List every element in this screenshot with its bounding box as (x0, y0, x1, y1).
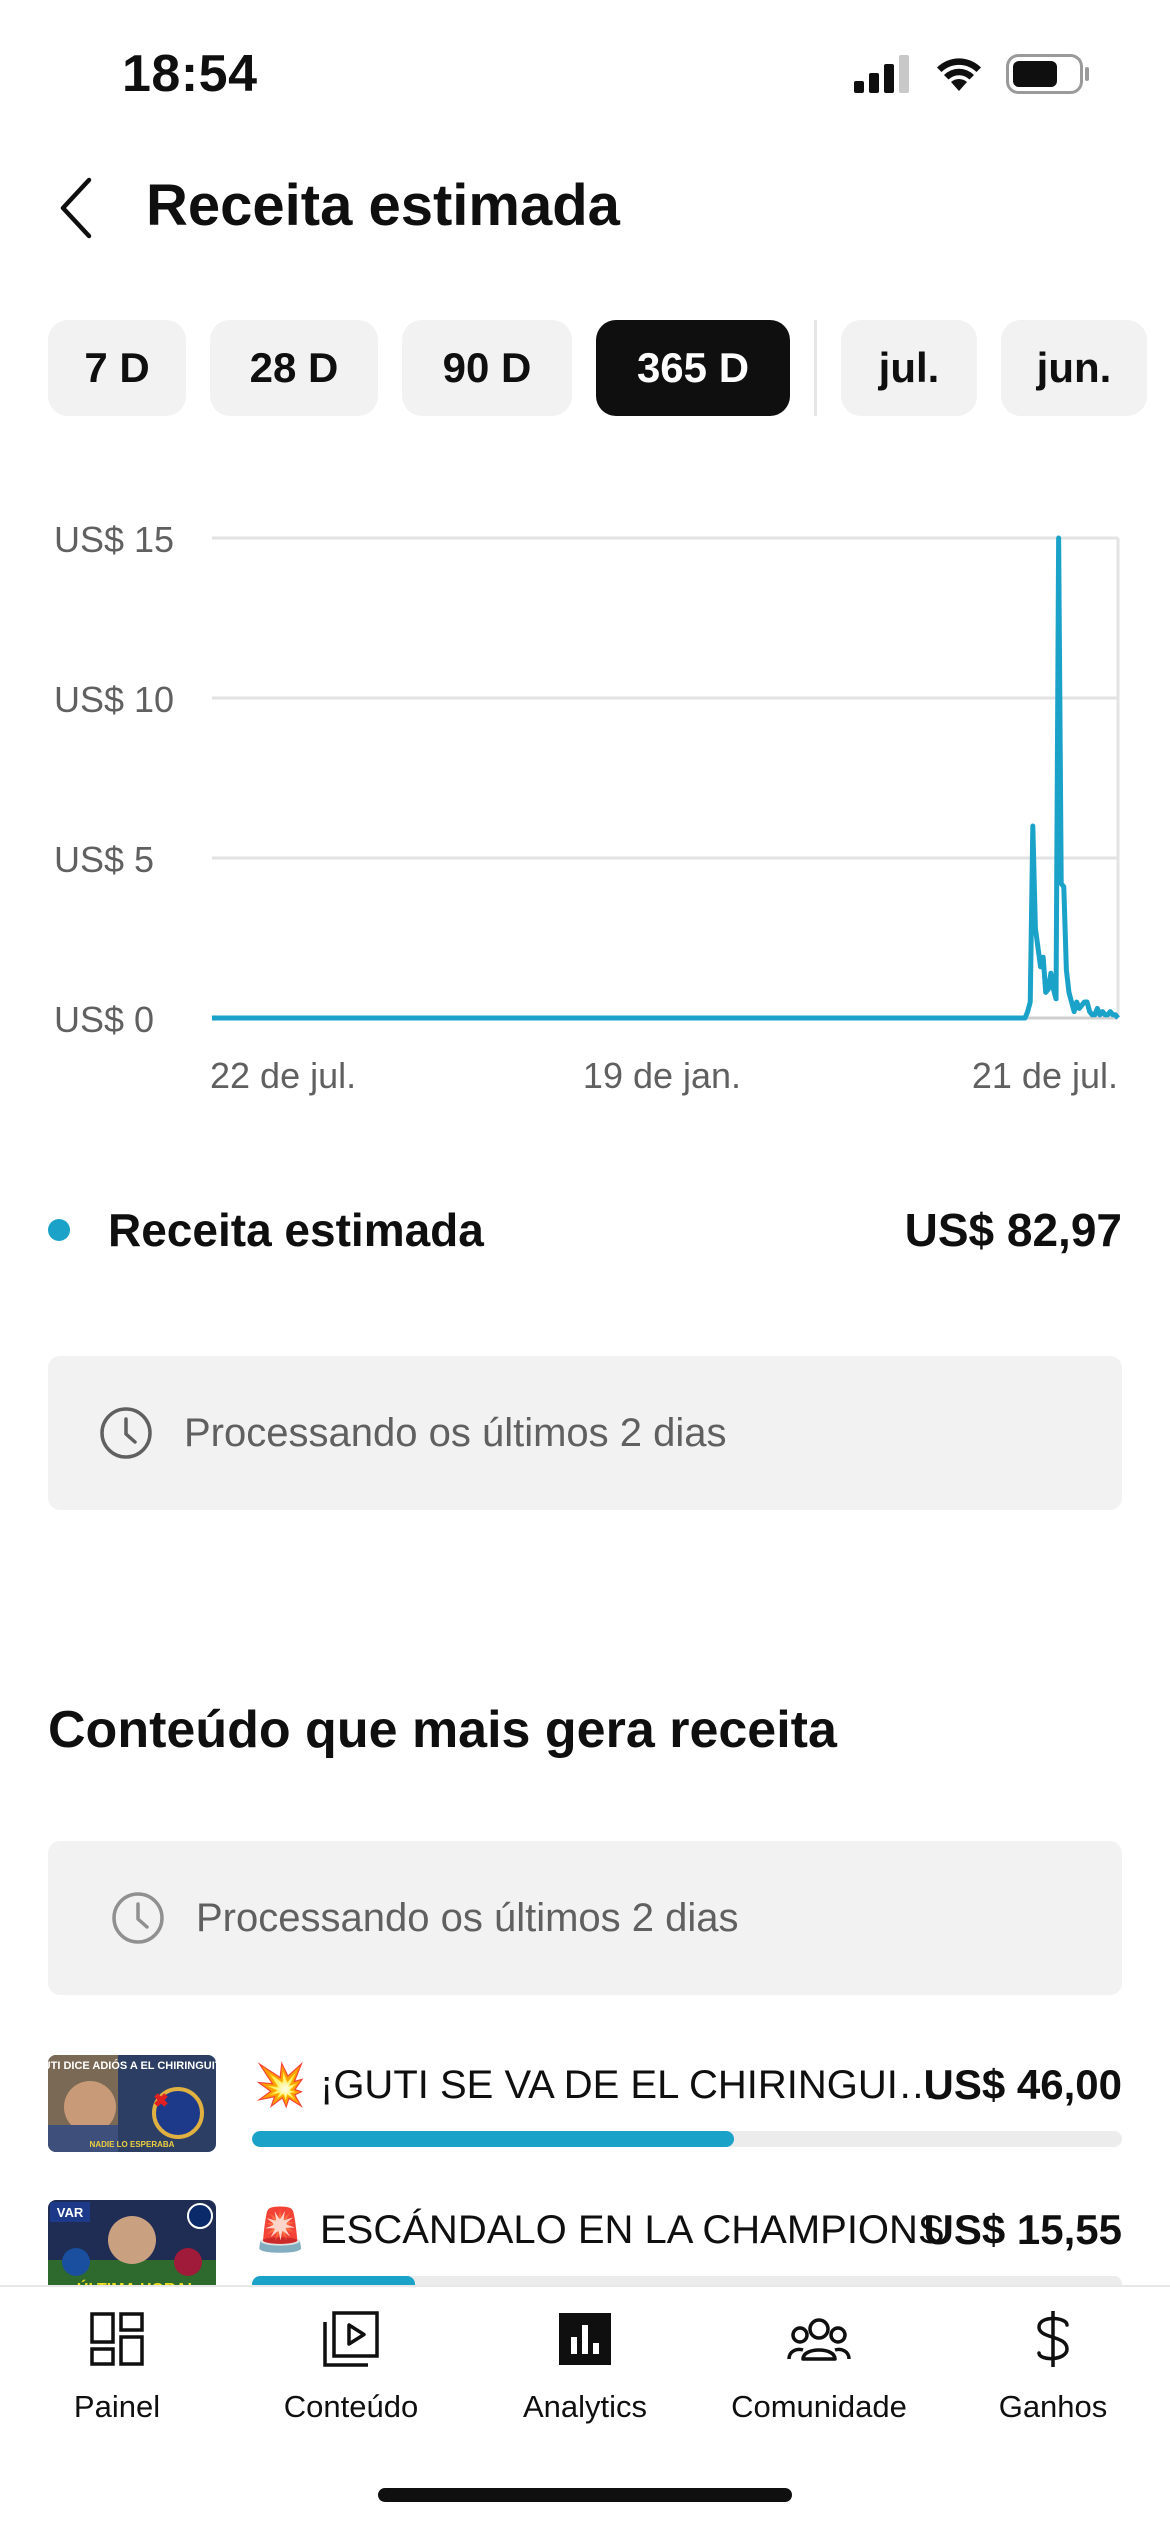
nav-analytics[interactable]: Analytics (468, 2307, 702, 2447)
content-title: ESCÁNDALO EN LA CHAMPIONS (320, 2208, 945, 2252)
nav-label: Conteúdo (283, 2389, 419, 2424)
chip-divider (814, 320, 817, 416)
back-button[interactable] (40, 168, 112, 248)
summary-label: Receita estimada (108, 1204, 484, 1256)
chip-jul[interactable]: jul. (841, 320, 977, 416)
revenue-series-line (212, 535, 1120, 1021)
content-icon (319, 2307, 383, 2371)
dollar-icon (1021, 2307, 1085, 2371)
chip-7d[interactable]: 7 D (48, 320, 186, 416)
status-icons (854, 54, 1090, 94)
y-tick-label: US$ 10 (54, 679, 174, 720)
y-tick-label: US$ 0 (54, 999, 154, 1040)
nav-ganhos[interactable]: Ganhos (936, 2307, 1170, 2447)
nav-label: Painel (73, 2389, 161, 2424)
row-emoji: 💥 (254, 2061, 307, 2108)
x-tick-label: 21 de jul. (972, 1055, 1118, 1096)
chip-90d[interactable]: 90 D (402, 320, 572, 416)
nav-comunidade[interactable]: Comunidade (702, 2307, 936, 2447)
header: Receita estimada (0, 160, 1170, 252)
top-content-processing-notice: Processando os últimos 2 dias (48, 1841, 1122, 1995)
top-content-notice-text: Processando os últimos 2 dias (196, 1895, 739, 1940)
status-time: 18:54 (122, 45, 258, 103)
y-tick-label: US$ 5 (54, 839, 154, 880)
video-thumbnail: VAR ¡ÚLTIMA HORA! (48, 2200, 216, 2297)
revenue-summary: Receita estimada US$ 82,97 (48, 1195, 1122, 1265)
nav-label: Analytics (522, 2389, 648, 2424)
revenue-share-bar (252, 2131, 1122, 2147)
chip-28d[interactable]: 28 D (210, 320, 378, 416)
video-thumbnail: ¡GUTI DICE ADIÓS A EL CHIRINGUITO! NADIE… (48, 2055, 216, 2152)
status-bar: 18:54 (0, 0, 1170, 150)
wifi-icon (937, 58, 981, 91)
battery-icon (1006, 54, 1089, 94)
thumbnail-subtext: NADIE LO ESPERABA (90, 2140, 175, 2149)
x-tick-label: 22 de jul. (210, 1055, 356, 1096)
nav-conteudo[interactable]: Conteúdo (234, 2307, 468, 2447)
x-tick-label: 19 de jan. (583, 1055, 741, 1096)
nav-painel[interactable]: Painel (0, 2307, 234, 2447)
thumbnail-text: ¡GUTI DICE ADIÓS A EL CHIRINGUITO! (48, 2059, 216, 2072)
dashboard-icon (85, 2307, 149, 2371)
period-chips: 7 D 28 D 90 D 365 D jul. jun. (48, 320, 1170, 416)
content-revenue: US$ 15,55 (923, 2206, 1122, 2253)
content-row[interactable]: ¡GUTI DICE ADIÓS A EL CHIRINGUITO! NADIE… (48, 2055, 1122, 2155)
y-tick-label: US$ 15 (54, 519, 174, 560)
top-content-title: Conteúdo que mais gera receita (48, 1701, 837, 1759)
chip-jun[interactable]: jun. (1001, 320, 1147, 416)
chevron-left-icon (60, 177, 92, 239)
home-indicator (378, 2488, 792, 2502)
nav-label: Ganhos (998, 2389, 1108, 2424)
row-emoji: 🚨 (254, 2206, 307, 2253)
revenue-share-fill (252, 2131, 735, 2147)
chip-365d[interactable]: 365 D (596, 320, 790, 416)
analytics-icon (553, 2307, 617, 2371)
community-icon (787, 2307, 851, 2371)
content-revenue: US$ 46,00 (923, 2061, 1122, 2108)
page-title: Receita estimada (146, 173, 620, 238)
revenue-chart: US$ 15 US$ 10 US$ 5 US$ 0 22 de jul. 19 de ja… (54, 519, 1120, 1096)
processing-notice: Processando os últimos 2 dias (48, 1356, 1122, 1510)
clock-icon (112, 1892, 164, 1944)
clock-icon (100, 1407, 152, 1459)
cellular-signal-icon (854, 55, 909, 93)
nav-label: Comunidade (731, 2389, 907, 2424)
processing-notice-text: Processando os últimos 2 dias (184, 1410, 727, 1455)
content-title: ¡GUTI SE VA DE EL CHIRINGUITO! (320, 2063, 960, 2107)
thumbnail-subtext: VAR (57, 2205, 84, 2220)
summary-value: US$ 82,97 (904, 1204, 1122, 1256)
legend-dot (48, 1219, 70, 1241)
